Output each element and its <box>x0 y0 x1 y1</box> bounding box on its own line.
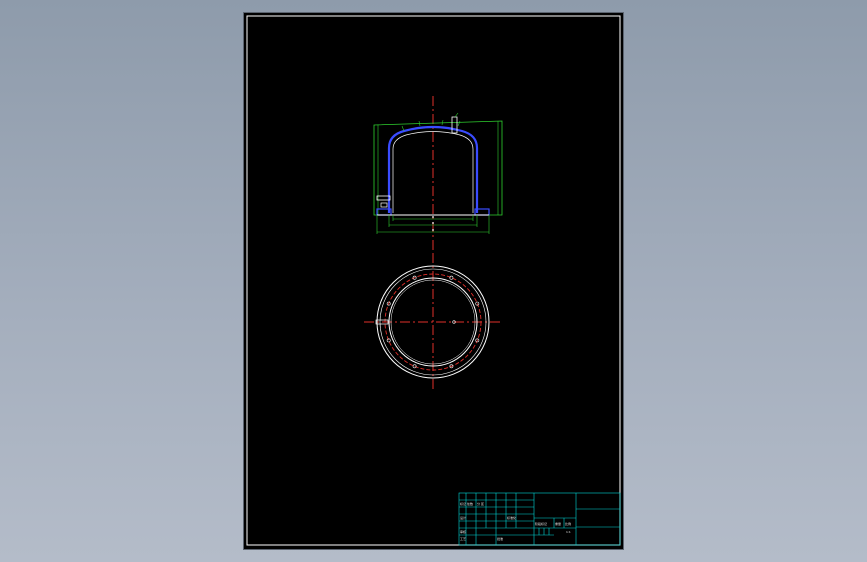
label-approve: 批准 <box>497 536 503 541</box>
label-count: 处数 <box>467 501 473 506</box>
label-zone: 分 区 <box>477 501 484 506</box>
top-view <box>364 253 502 391</box>
label-process: 工艺 <box>460 536 466 541</box>
label-weight: 重量 <box>555 521 561 526</box>
label-mark: 标记 <box>460 501 466 506</box>
label-stage: 阶段标记 <box>535 521 547 526</box>
front-view <box>373 96 503 253</box>
drawing-sheet: 标记 处数 分 区 设计 标准化 阶段标记 重量 比例 审核 工艺 批准 1:1 <box>244 13 623 549</box>
label-review: 审核 <box>460 529 466 534</box>
label-design: 设计 <box>460 515 466 520</box>
label-standard: 标准化 <box>507 515 516 520</box>
label-scale: 比例 <box>565 521 571 526</box>
cad-drawing: 标记 处数 分 区 设计 标准化 阶段标记 重量 比例 审核 工艺 批准 1:1 <box>246 15 621 546</box>
top-nozzle-leader <box>454 112 459 118</box>
side-nozzle-flange <box>380 202 388 208</box>
title-block <box>458 492 621 546</box>
scale-value: 1:1 <box>566 530 571 534</box>
title-block-border <box>458 492 621 546</box>
